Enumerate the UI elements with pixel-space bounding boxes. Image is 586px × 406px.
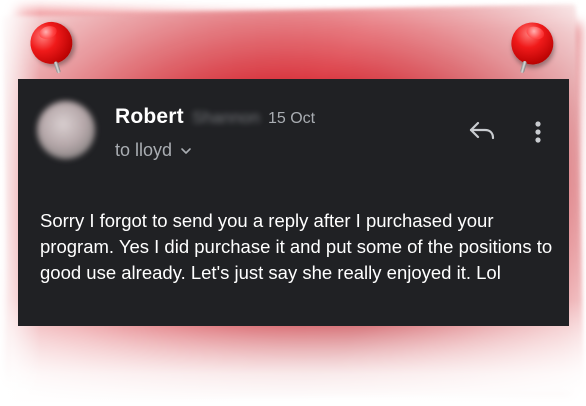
pin-needle [53, 61, 61, 74]
avatar[interactable] [37, 101, 95, 159]
pin-head [506, 17, 559, 70]
pin-head [24, 16, 78, 70]
email-card: Robert Shannon 15 Oct to lloyd Sorry I f… [18, 79, 569, 326]
more-vertical-icon[interactable] [528, 119, 548, 145]
recipient-details-toggle[interactable]: to lloyd [115, 140, 192, 161]
sender-name[interactable]: Robert [115, 105, 184, 129]
recipient-label: to lloyd [115, 140, 173, 160]
sender-surname-blurred: Shannon [191, 108, 260, 127]
sender-row: Robert Shannon 15 Oct [115, 105, 315, 133]
chevron-down-icon [181, 147, 191, 154]
pin-needle [519, 60, 528, 74]
reply-icon[interactable] [468, 119, 496, 143]
email-message-body: Sorry I forgot to send you a reply after… [40, 210, 553, 283]
email-date: 15 Oct [267, 110, 316, 127]
